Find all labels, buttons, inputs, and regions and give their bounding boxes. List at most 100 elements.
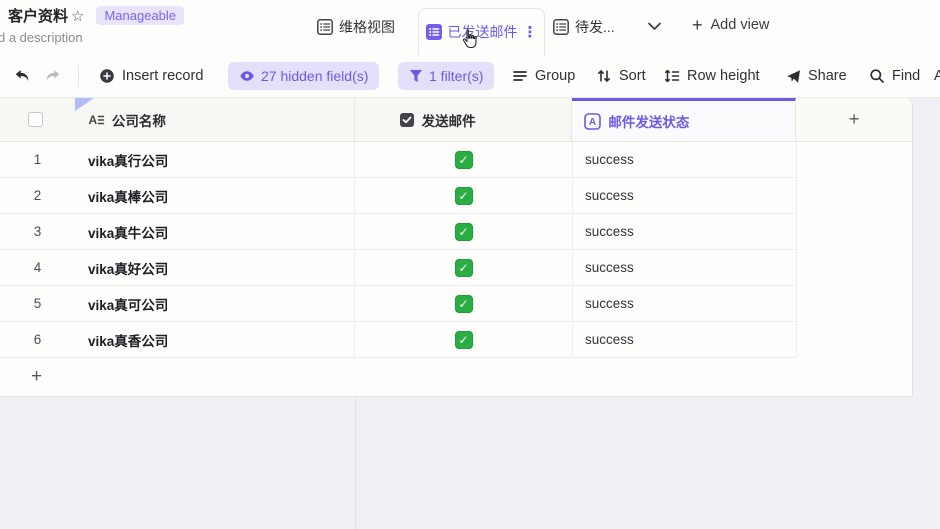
view-list-dropdown[interactable] — [647, 20, 662, 33]
find-label: Find — [892, 68, 920, 84]
toolbar: Insert record 27 hidden field(s) 1 filte… — [0, 55, 940, 98]
tab-pending-mails[interactable]: 待发... — [553, 17, 615, 37]
group-lines-icon — [512, 68, 528, 84]
sort-arrows-icon — [596, 68, 612, 84]
checkbox-field-icon — [399, 112, 415, 128]
checked-checkbox-icon: ✓ — [455, 187, 473, 205]
row-number-cell[interactable]: 2 — [0, 178, 75, 214]
partial-toolbar-item[interactable]: A — [934, 55, 940, 97]
status-cell[interactable]: success — [573, 214, 797, 250]
sent-checkbox-cell[interactable]: ✓ — [355, 178, 573, 214]
toolbar-divider — [78, 65, 79, 87]
row-number-cell[interactable]: 6 — [0, 322, 75, 358]
description-text[interactable]: d a description — [0, 30, 83, 45]
add-field-button[interactable]: + — [796, 98, 912, 142]
tab-sent-mails-active[interactable]: 已发送邮件 ⋮ — [418, 8, 545, 55]
status-cell[interactable]: success — [573, 178, 797, 214]
row-height-button[interactable]: Row height — [664, 55, 760, 97]
checked-checkbox-icon: ✓ — [455, 259, 473, 277]
table-row[interactable]: 6 vika真香公司 ✓ success — [0, 322, 912, 358]
send-icon — [786, 69, 801, 84]
table-row[interactable]: 2 vika真棒公司 ✓ success — [0, 178, 912, 214]
grid-view-icon — [317, 19, 333, 35]
undo-button[interactable] — [14, 55, 31, 97]
plus-icon: + — [849, 109, 860, 130]
filter-label: 1 filter(s) — [429, 68, 483, 84]
status-value: success — [585, 152, 634, 167]
table-row[interactable]: 5 vika真可公司 ✓ success — [0, 286, 912, 322]
row-height-label: Row height — [687, 68, 760, 84]
sort-button[interactable]: Sort — [596, 55, 646, 97]
text-field-icon: A — [88, 112, 105, 128]
company-name-cell[interactable]: vika真棒公司 — [75, 178, 355, 214]
add-view-label: Add view — [711, 17, 770, 33]
group-button[interactable]: Group — [512, 55, 575, 97]
row-number-cell[interactable]: 3 — [0, 214, 75, 250]
row-height-icon — [664, 68, 680, 84]
column-header-sent[interactable]: 发送邮件 — [355, 98, 573, 142]
redo-button[interactable] — [44, 55, 61, 97]
insert-record-button[interactable]: Insert record — [99, 55, 203, 97]
funnel-icon — [409, 69, 423, 83]
row-number: 4 — [34, 260, 42, 275]
row-number-header-cell — [0, 98, 75, 142]
column-label: 公司名称 — [112, 110, 166, 130]
chevron-down-icon — [647, 20, 662, 33]
group-label: Group — [535, 68, 575, 84]
sent-checkbox-cell[interactable]: ✓ — [355, 322, 573, 358]
more-options-icon[interactable]: ⋮ — [523, 23, 538, 41]
company-name-cell[interactable]: vika真好公司 — [75, 250, 355, 286]
table-row[interactable]: 1 vika真行公司 ✓ success — [0, 142, 912, 178]
row-number: 3 — [34, 224, 42, 239]
tab-grid-view[interactable]: 维格视图 — [317, 17, 395, 37]
status-cell[interactable]: success — [573, 142, 797, 178]
company-name: vika真行公司 — [88, 150, 168, 170]
row-number-cell[interactable]: 1 — [0, 142, 75, 178]
select-all-checkbox[interactable] — [28, 112, 43, 127]
share-label: Share — [808, 68, 847, 84]
text-field-boxed-icon: A — [584, 113, 601, 130]
sent-checkbox-cell[interactable]: ✓ — [355, 286, 573, 322]
sent-checkbox-cell[interactable]: ✓ — [355, 250, 573, 286]
filter-button[interactable]: 1 filter(s) — [398, 62, 494, 90]
status-value: success — [585, 332, 634, 347]
company-name-cell[interactable]: vika真牛公司 — [75, 214, 355, 250]
undo-icon — [14, 69, 31, 83]
share-button[interactable]: Share — [786, 55, 847, 97]
row-number: 6 — [34, 332, 42, 347]
insert-record-label: Insert record — [122, 68, 203, 84]
checked-checkbox-icon: ✓ — [455, 223, 473, 241]
status-value: success — [585, 296, 634, 311]
frozen-column-line — [355, 397, 356, 529]
column-header-status[interactable]: A 邮件发送状态 — [572, 98, 796, 142]
table-row[interactable]: 4 vika真好公司 ✓ success — [0, 250, 912, 286]
company-name-cell[interactable]: vika真香公司 — [75, 322, 355, 358]
company-name-cell[interactable]: vika真行公司 — [75, 142, 355, 178]
eye-icon — [239, 68, 255, 84]
status-value: success — [585, 224, 634, 239]
add-view-button[interactable]: + Add view — [692, 17, 769, 33]
star-icon[interactable]: ☆ — [71, 7, 84, 25]
status-cell[interactable]: success — [573, 286, 797, 322]
company-name-cell[interactable]: vika真可公司 — [75, 286, 355, 322]
find-button[interactable]: Find — [869, 55, 920, 97]
sent-checkbox-cell[interactable]: ✓ — [355, 142, 573, 178]
tab-label: 维格视图 — [339, 17, 395, 37]
column-header-company[interactable]: A 公司名称 — [75, 98, 355, 142]
grid-header-row: A 公司名称 发送邮件 A 邮件发送状态 + — [0, 98, 912, 142]
status-cell[interactable]: success — [573, 250, 797, 286]
table-row[interactable]: 3 vika真牛公司 ✓ success — [0, 214, 912, 250]
row-number: 1 — [34, 152, 42, 167]
row-number-cell[interactable]: 5 — [0, 286, 75, 322]
row-number-cell[interactable]: 4 — [0, 250, 75, 286]
company-name: vika真好公司 — [88, 258, 168, 278]
vika-datasheet-app: 客户资料 ☆ Manageable d a description 维格视图 已… — [0, 0, 940, 529]
sort-label: Sort — [619, 68, 646, 84]
company-name: vika真棒公司 — [88, 186, 168, 206]
sent-checkbox-cell[interactable]: ✓ — [355, 214, 573, 250]
hidden-fields-button[interactable]: 27 hidden field(s) — [228, 62, 379, 90]
status-cell[interactable]: success — [573, 322, 797, 358]
company-name: vika真香公司 — [88, 330, 168, 350]
add-record-row[interactable]: + — [0, 358, 912, 397]
plus-icon: + — [692, 18, 703, 32]
